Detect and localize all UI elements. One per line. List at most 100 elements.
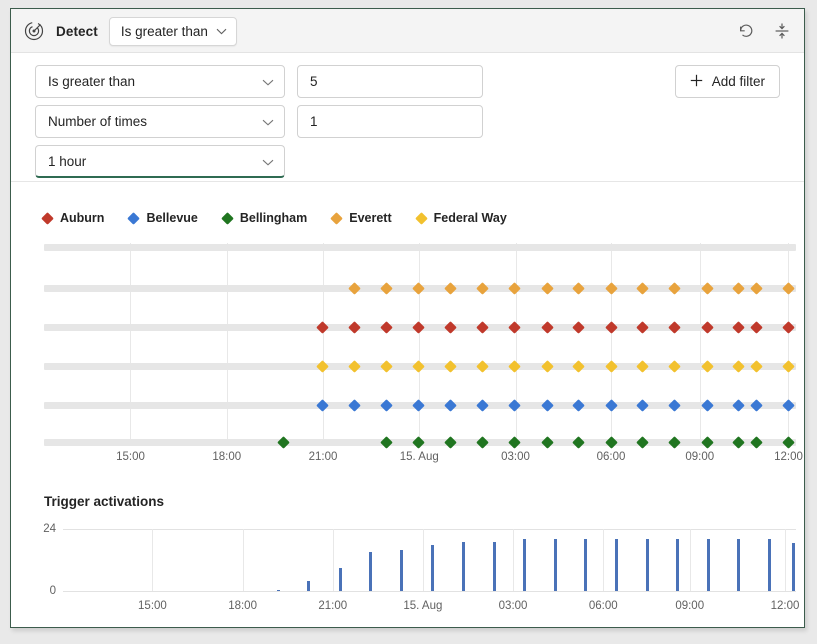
scatter-point[interactable] (605, 360, 618, 373)
scatter-point[interactable] (476, 360, 489, 373)
scatter-point[interactable] (669, 282, 682, 295)
bar[interactable] (277, 590, 280, 591)
scatter-point[interactable] (750, 360, 763, 373)
scatter-point[interactable] (541, 321, 554, 334)
bar[interactable] (339, 568, 342, 591)
scatter-point[interactable] (782, 399, 795, 412)
filter-operator-select-1[interactable]: Is greater than (35, 65, 285, 98)
filter-value-input-1[interactable]: 5 (297, 65, 483, 98)
scatter-point[interactable] (444, 399, 457, 412)
scatter-point[interactable] (508, 399, 521, 412)
scatter-point[interactable] (508, 321, 521, 334)
scatter-point[interactable] (750, 436, 763, 449)
scatter-point[interactable] (572, 360, 585, 373)
scatter-point[interactable] (572, 321, 585, 334)
scatter-point[interactable] (381, 282, 394, 295)
scatter-point[interactable] (508, 436, 521, 449)
scatter-point[interactable] (572, 282, 585, 295)
scatter-point[interactable] (541, 436, 554, 449)
scatter-point[interactable] (605, 282, 618, 295)
scatter-point[interactable] (701, 436, 714, 449)
scatter-point[interactable] (636, 360, 649, 373)
scatter-point[interactable] (317, 399, 330, 412)
legend-item-auburn[interactable]: Auburn (43, 211, 104, 225)
scatter-point[interactable] (750, 399, 763, 412)
filter-duration-select[interactable]: 1 hour (35, 145, 285, 178)
bar[interactable] (615, 539, 618, 591)
scatter-point[interactable] (636, 321, 649, 334)
scatter-point[interactable] (348, 282, 361, 295)
bar[interactable] (400, 550, 403, 591)
bar[interactable] (554, 539, 557, 591)
scatter-point[interactable] (508, 360, 521, 373)
scatter-point[interactable] (541, 399, 554, 412)
scatter-point[interactable] (732, 399, 745, 412)
scatter-point[interactable] (750, 321, 763, 334)
scatter-point[interactable] (412, 399, 425, 412)
scatter-point[interactable] (444, 360, 457, 373)
scatter-point[interactable] (701, 360, 714, 373)
bar[interactable] (431, 545, 434, 592)
scatter-point[interactable] (348, 399, 361, 412)
scatter-point[interactable] (476, 321, 489, 334)
scatter-point[interactable] (732, 321, 745, 334)
scatter-point[interactable] (732, 360, 745, 373)
scatter-point[interactable] (701, 282, 714, 295)
scatter-point[interactable] (476, 282, 489, 295)
scatter-point[interactable] (412, 360, 425, 373)
bar[interactable] (369, 552, 372, 591)
scatter-point[interactable] (572, 399, 585, 412)
scatter-point[interactable] (444, 321, 457, 334)
scatter-point[interactable] (605, 321, 618, 334)
scatter-point[interactable] (636, 399, 649, 412)
bar[interactable] (737, 539, 740, 591)
scatter-point[interactable] (669, 436, 682, 449)
scatter-point[interactable] (412, 436, 425, 449)
scatter-point[interactable] (541, 282, 554, 295)
scatter-point[interactable] (750, 282, 763, 295)
bar[interactable] (493, 542, 496, 591)
bar[interactable] (523, 539, 526, 591)
scatter-point[interactable] (317, 321, 330, 334)
scatter-point[interactable] (412, 321, 425, 334)
filter-value-input-2[interactable]: 1 (297, 105, 483, 138)
scatter-point[interactable] (782, 282, 795, 295)
scatter-point[interactable] (732, 436, 745, 449)
legend-item-everett[interactable]: Everett (332, 211, 391, 225)
scatter-point[interactable] (605, 399, 618, 412)
scatter-point[interactable] (782, 436, 795, 449)
legend-item-bellevue[interactable]: Bellevue (129, 211, 197, 225)
scatter-point[interactable] (381, 399, 394, 412)
bar[interactable] (707, 539, 710, 591)
scatter-point[interactable] (605, 436, 618, 449)
scatter-point[interactable] (636, 282, 649, 295)
scatter-point[interactable] (508, 282, 521, 295)
legend-item-federal-way[interactable]: Federal Way (417, 211, 507, 225)
scatter-point[interactable] (541, 360, 554, 373)
bar[interactable] (646, 539, 649, 591)
bar[interactable] (462, 542, 465, 591)
scatter-point[interactable] (277, 436, 290, 449)
scatter-point[interactable] (381, 321, 394, 334)
scatter-point[interactable] (701, 321, 714, 334)
bar[interactable] (676, 539, 679, 591)
scatter-point[interactable] (701, 399, 714, 412)
add-filter-button[interactable]: Add filter (675, 65, 780, 98)
scatter-point[interactable] (476, 436, 489, 449)
scatter-point[interactable] (782, 321, 795, 334)
scatter-point[interactable] (412, 282, 425, 295)
bar[interactable] (768, 539, 771, 591)
filter-operator-select-2[interactable]: Number of times (35, 105, 285, 138)
scatter-point[interactable] (636, 436, 649, 449)
scatter-point[interactable] (348, 321, 361, 334)
scatter-point[interactable] (381, 360, 394, 373)
scatter-point[interactable] (348, 360, 361, 373)
scatter-point[interactable] (669, 399, 682, 412)
scatter-point[interactable] (444, 436, 457, 449)
scatter-point[interactable] (476, 399, 489, 412)
scatter-point[interactable] (669, 321, 682, 334)
legend-item-bellingham[interactable]: Bellingham (223, 211, 307, 225)
scatter-point[interactable] (732, 282, 745, 295)
bar[interactable] (584, 539, 587, 591)
scatter-point[interactable] (572, 436, 585, 449)
